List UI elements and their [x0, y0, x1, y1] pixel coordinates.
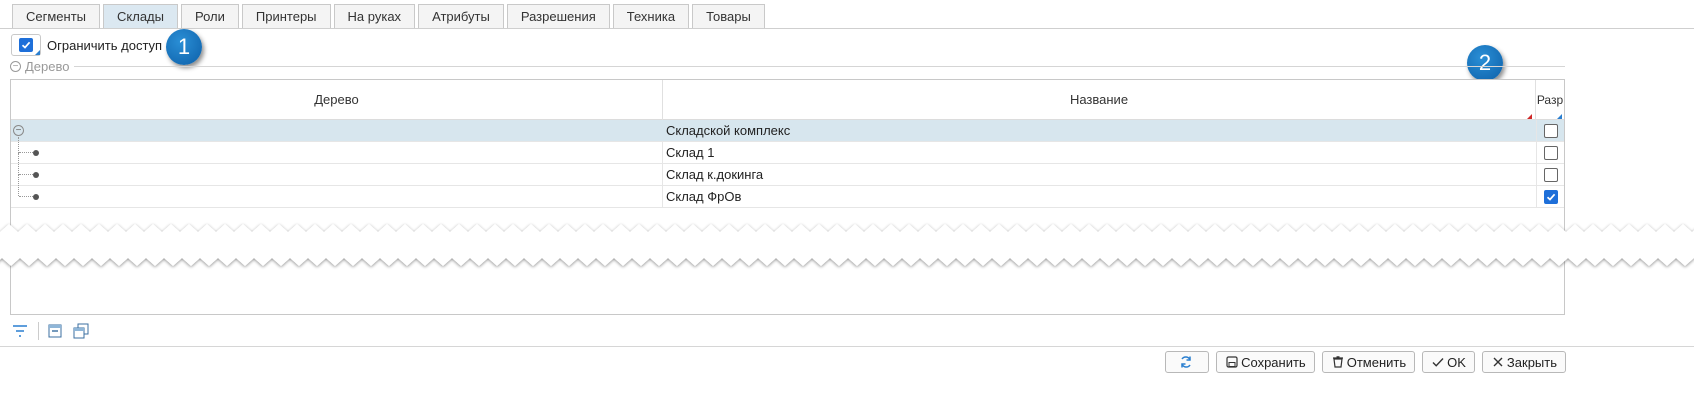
- screenshot-break: [0, 224, 1694, 266]
- tree-leaf-icon: [33, 172, 39, 178]
- required-marker: [1527, 114, 1532, 119]
- tree-connector: [19, 152, 33, 153]
- warehouse-tree-grid: Дерево Название Разр − Складской комплек…: [10, 79, 1565, 315]
- tab-bar: Сегменты Склады Роли Принтеры На руках А…: [12, 4, 768, 28]
- group-title: Дерево: [25, 59, 70, 74]
- tab-warehouses[interactable]: Склады: [103, 4, 178, 28]
- save-icon: [1226, 356, 1238, 368]
- column-header-name[interactable]: Название: [663, 80, 1536, 120]
- tree-connector: [18, 137, 19, 153]
- expand-all-icon[interactable]: [71, 321, 91, 341]
- tree-connector: [19, 196, 33, 197]
- close-button[interactable]: Закрыть: [1481, 351, 1566, 373]
- tree-connector: [18, 153, 19, 175]
- close-label: Закрыть: [1506, 354, 1557, 370]
- tab-permissions[interactable]: Разрешения: [506, 4, 610, 28]
- edit-corner-marker: [35, 50, 40, 55]
- check-icon: [1432, 358, 1444, 367]
- group-divider: [10, 66, 1565, 67]
- tree-connector: [19, 174, 33, 175]
- collapse-group-icon[interactable]: −: [10, 61, 21, 72]
- refresh-button[interactable]: [1165, 351, 1210, 373]
- cancel-button[interactable]: Отменить: [1321, 351, 1416, 373]
- footer-divider: [0, 346, 1694, 347]
- tree-leaf-icon: [33, 150, 39, 156]
- toolbar-separator: [38, 322, 39, 340]
- callout-2: 2: [1467, 45, 1503, 81]
- tab-divider: [0, 28, 1694, 29]
- permission-checkbox[interactable]: [1536, 120, 1564, 142]
- checkbox-unchecked-icon: [1543, 168, 1558, 182]
- ok-button[interactable]: OK: [1422, 351, 1475, 373]
- tab-on-hand[interactable]: На руках: [333, 4, 416, 28]
- tree-leaf-icon: [33, 194, 39, 200]
- checkbox-checked-icon: [1543, 190, 1558, 204]
- trash-icon: [1332, 356, 1343, 368]
- restrict-access-label: Ограничить доступ: [47, 37, 163, 53]
- cancel-label: Отменить: [1346, 354, 1407, 370]
- tree-group-header[interactable]: − Дерево: [10, 59, 75, 74]
- checkbox-unchecked-icon: [1543, 124, 1558, 138]
- grid-header: Дерево Название Разр: [11, 80, 1564, 120]
- grid-toolbar: [10, 320, 97, 342]
- tab-segments[interactable]: Сегменты: [12, 4, 101, 28]
- tab-attributes[interactable]: Атрибуты: [418, 4, 504, 28]
- checkbox-unchecked-icon: [1543, 146, 1558, 160]
- warehouse-name: Склад ФрОв: [666, 189, 742, 204]
- restrict-access: Ограничить доступ: [11, 34, 162, 56]
- restrict-access-checkbox[interactable]: [11, 34, 41, 56]
- permission-checkbox[interactable]: [1536, 142, 1564, 164]
- filter-icon[interactable]: [10, 321, 30, 341]
- ok-label: OK: [1447, 354, 1466, 370]
- checkbox-checked-icon: [19, 38, 33, 52]
- warehouse-name: Складской комплекс: [666, 123, 791, 138]
- table-row[interactable]: Склад к.докинга: [11, 153, 1564, 186]
- tab-goods[interactable]: Товары: [692, 4, 765, 28]
- warehouse-name: Склад к.докинга: [666, 167, 764, 182]
- save-button[interactable]: Сохранить: [1216, 351, 1315, 373]
- close-icon: [1493, 357, 1503, 367]
- permission-checkbox[interactable]: [1536, 186, 1564, 208]
- collapse-all-icon[interactable]: [45, 321, 65, 341]
- table-row[interactable]: Склад 1: [11, 137, 1564, 164]
- dialog-buttons: Сохранить Отменить OK Закрыть: [1158, 351, 1566, 373]
- callout-1: 1: [166, 29, 202, 65]
- permission-checkbox[interactable]: [1536, 164, 1564, 186]
- table-row[interactable]: Склад ФрОв: [11, 175, 1564, 208]
- warehouse-name: Склад 1: [666, 145, 715, 160]
- tab-printers[interactable]: Принтеры: [241, 4, 331, 28]
- edit-corner-marker: [1557, 114, 1562, 119]
- table-row[interactable]: − Складской комплекс: [11, 120, 1564, 142]
- tree-connector: [18, 175, 19, 196]
- tree-collapse-icon[interactable]: −: [13, 125, 24, 136]
- column-header-tree[interactable]: Дерево: [11, 80, 663, 120]
- save-label: Сохранить: [1241, 354, 1306, 370]
- tab-roles[interactable]: Роли: [180, 4, 239, 28]
- tab-equipment[interactable]: Техника: [612, 4, 690, 28]
- refresh-icon: [1181, 356, 1191, 368]
